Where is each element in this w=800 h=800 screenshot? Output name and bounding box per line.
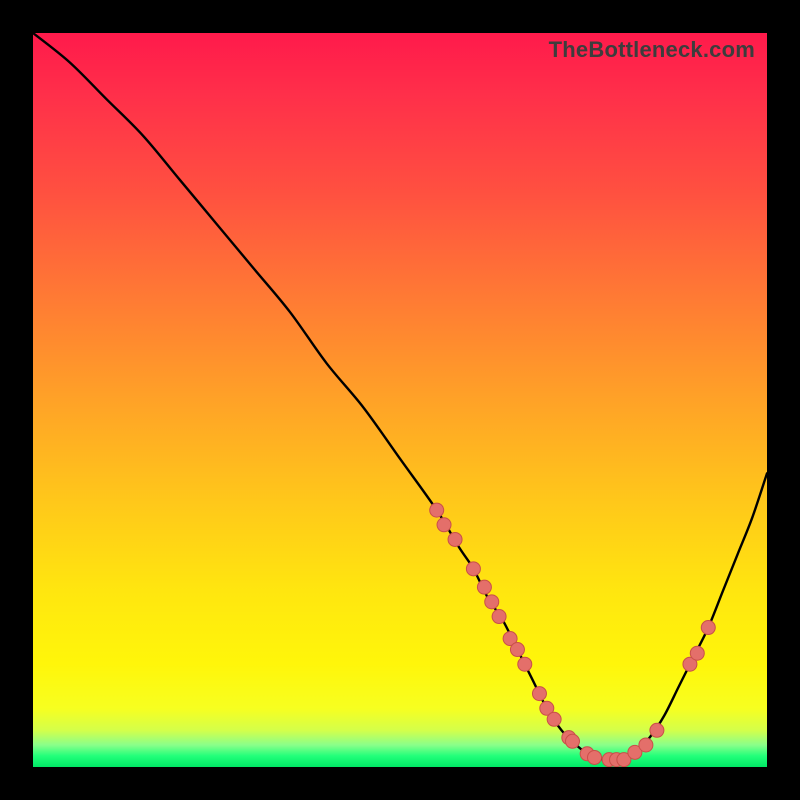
curve-layer [33, 33, 767, 767]
bottleneck-curve [33, 33, 767, 760]
curve-marker [701, 621, 715, 635]
curve-marker [565, 734, 579, 748]
curve-marker [588, 750, 602, 764]
curve-marker [532, 687, 546, 701]
curve-marker [430, 503, 444, 517]
curve-marker [518, 657, 532, 671]
curve-marker [477, 580, 491, 594]
curve-marker [437, 518, 451, 532]
curve-marker [547, 712, 561, 726]
curve-markers [430, 503, 716, 767]
curve-marker [485, 595, 499, 609]
curve-marker [448, 532, 462, 546]
curve-marker [690, 646, 704, 660]
plot-area: TheBottleneck.com [33, 33, 767, 767]
chart-stage: TheBottleneck.com [0, 0, 800, 800]
curve-marker [492, 610, 506, 624]
curve-marker [639, 738, 653, 752]
curve-marker [466, 562, 480, 576]
curve-marker [510, 643, 524, 657]
curve-marker [650, 723, 664, 737]
